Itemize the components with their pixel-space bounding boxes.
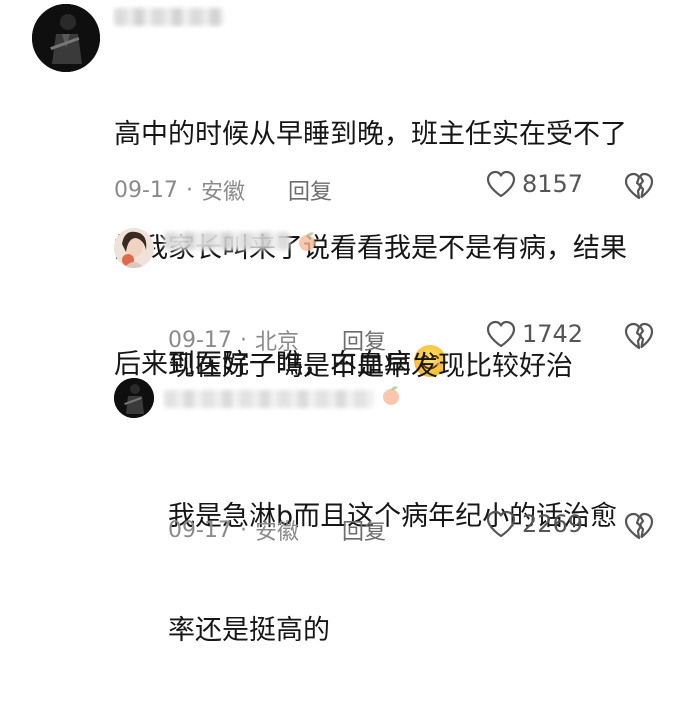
comment-date: 09-17 bbox=[168, 327, 232, 353]
peach-badge-icon bbox=[299, 232, 315, 251]
dislike-button[interactable] bbox=[624, 322, 654, 354]
comment-3: 我是急淋b而且这个病年纪小的话治愈 率还是挺高的 09-17 · 安徽 回复 2… bbox=[0, 372, 690, 646]
dislike-button[interactable] bbox=[624, 172, 654, 204]
broken-heart-icon bbox=[624, 172, 654, 200]
broken-heart-icon bbox=[624, 322, 654, 350]
heart-outline-icon bbox=[486, 170, 516, 198]
comment-2: 现在好了吗是不是早发现比较好治 09-17 · 北京 回复 1742 bbox=[0, 222, 690, 382]
like-count: 2269 bbox=[522, 510, 584, 538]
username-blurred[interactable] bbox=[164, 232, 290, 250]
like-button[interactable]: 1742 bbox=[486, 320, 583, 348]
meta-separator: · bbox=[239, 327, 247, 353]
avatar[interactable] bbox=[114, 378, 154, 418]
like-button[interactable]: 2269 bbox=[486, 510, 583, 538]
username-blurred[interactable] bbox=[114, 8, 224, 26]
broken-heart-icon bbox=[624, 512, 654, 540]
reply-button[interactable]: 回复 bbox=[342, 514, 386, 546]
comment-meta: 09-17 · 安徽 bbox=[168, 514, 299, 546]
username-blurred[interactable] bbox=[164, 390, 374, 408]
dislike-button[interactable] bbox=[624, 512, 654, 544]
comment-location: 北京 bbox=[254, 330, 299, 355]
heart-outline-icon bbox=[486, 510, 516, 538]
avatar-image bbox=[114, 228, 154, 268]
reply-button[interactable]: 回复 bbox=[288, 174, 332, 206]
meta-separator: · bbox=[239, 517, 247, 543]
comment-text-line: 高中的时候从早睡到晚，班主任实在受不了 bbox=[114, 119, 627, 150]
comment-text: 我是急淋b而且这个病年纪小的话治愈 率还是挺高的 bbox=[168, 422, 668, 726]
like-button[interactable]: 8157 bbox=[486, 170, 583, 198]
avatar[interactable] bbox=[114, 228, 154, 268]
comment-location: 安徽 bbox=[254, 520, 299, 545]
avatar-image bbox=[32, 4, 100, 72]
comment-1: 高中的时候从早睡到晚，班主任实在受不了 把我家长叫来了说看看我是不是有病，结果 … bbox=[0, 0, 690, 380]
comment-meta: 09-17 · 北京 bbox=[168, 324, 299, 356]
avatar[interactable] bbox=[32, 4, 100, 72]
like-count: 1742 bbox=[522, 320, 584, 348]
comment-text-line: 率还是挺高的 bbox=[168, 615, 330, 646]
comment-date: 09-17 bbox=[114, 177, 178, 203]
meta-separator: · bbox=[185, 177, 193, 203]
heart-outline-icon bbox=[486, 320, 516, 348]
comment-location: 安徽 bbox=[200, 180, 245, 205]
avatar-image bbox=[114, 378, 154, 418]
reply-button[interactable]: 回复 bbox=[342, 324, 386, 356]
comment-date: 09-17 bbox=[168, 517, 232, 543]
peach-badge-icon bbox=[383, 386, 399, 405]
comment-meta: 09-17 · 安徽 bbox=[114, 174, 245, 206]
like-count: 8157 bbox=[522, 170, 584, 198]
